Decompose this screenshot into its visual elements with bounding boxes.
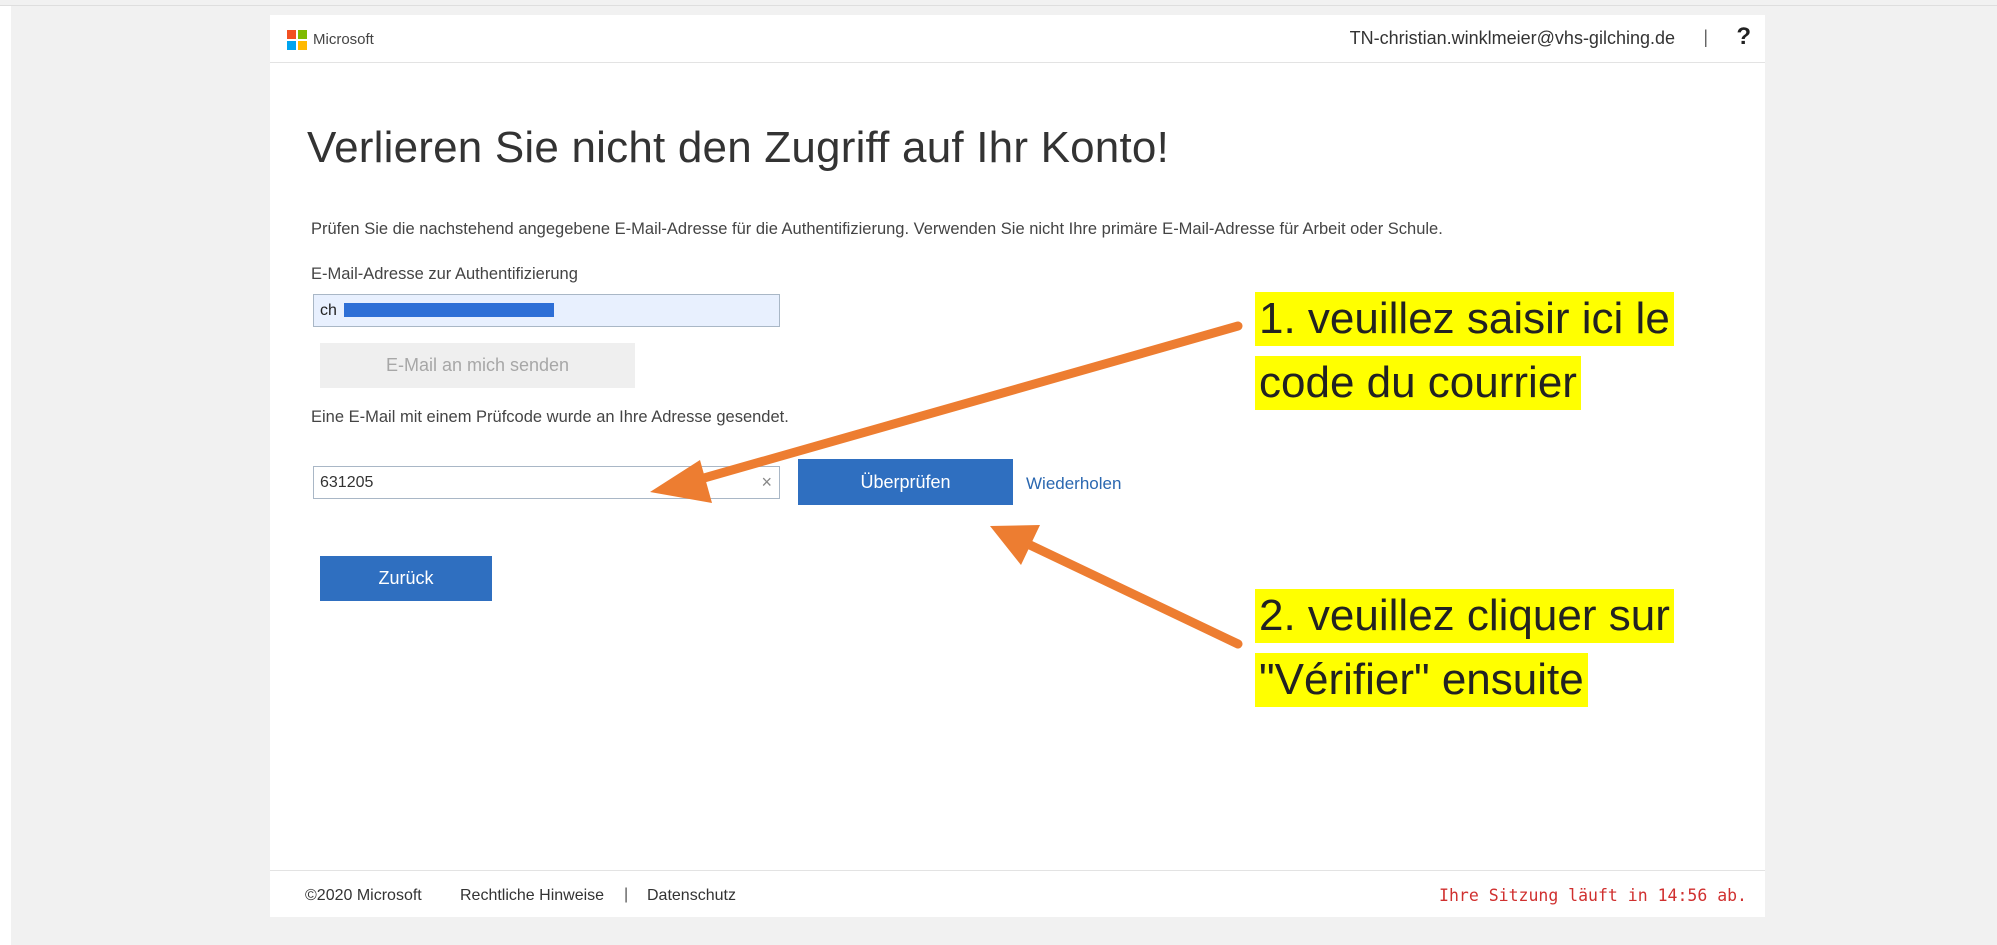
auth-card: Microsoft TN-christian.winklmeier@vhs-gi…	[270, 15, 1765, 917]
copyright: ©2020 Microsoft	[305, 887, 422, 904]
annotation-2-line2: "Vérifier" ensuite	[1255, 653, 1588, 707]
verification-code-field[interactable]: 631205 ×	[313, 466, 780, 499]
privacy-link[interactable]: Datenschutz	[647, 887, 736, 905]
email-value: ch	[320, 302, 337, 319]
left-margin	[0, 6, 11, 945]
retry-link[interactable]: Wiederholen	[1026, 474, 1121, 494]
header-separator: |	[1703, 27, 1708, 47]
legal-link[interactable]: Rechtliche Hinweise	[460, 887, 604, 905]
back-button[interactable]: Zurück	[320, 556, 492, 601]
annotation-1-line1: 1. veuillez saisir ici le	[1255, 292, 1674, 346]
description-text: Prüfen Sie die nachstehend angegebene E-…	[311, 220, 1443, 238]
brand-name: Microsoft	[313, 31, 374, 48]
user-email: TN-christian.winklmeier@vhs-gilching.de	[1349, 28, 1675, 48]
microsoft-logo-icon	[287, 30, 307, 50]
footer-separator: |	[624, 886, 629, 903]
code-value: 631205	[320, 474, 374, 491]
redaction-bar	[344, 303, 554, 317]
verify-button[interactable]: Überprüfen	[798, 459, 1013, 505]
page-title: Verlieren Sie nicht den Zugriff auf Ihr …	[307, 123, 1170, 172]
email-field[interactable]: ch	[313, 294, 780, 327]
email-label: E-Mail-Adresse zur Authentifizierung	[311, 265, 578, 283]
annotation-2-line1: 2. veuillez cliquer sur	[1255, 589, 1674, 643]
send-email-button[interactable]: E-Mail an mich senden	[320, 343, 635, 388]
session-timer: Ihre Sitzung läuft in 14:56 ab.	[1439, 886, 1747, 905]
help-icon[interactable]: ?	[1736, 23, 1751, 51]
top-divider	[0, 5, 1997, 6]
header: Microsoft TN-christian.winklmeier@vhs-gi…	[270, 15, 1765, 63]
annotation-1-line2: code du courrier	[1255, 356, 1581, 410]
sent-message: Eine E-Mail mit einem Prüfcode wurde an …	[311, 408, 789, 426]
clear-icon[interactable]: ×	[761, 467, 772, 498]
footer: ©2020 Microsoft Rechtliche Hinweise | Da…	[270, 870, 1765, 918]
